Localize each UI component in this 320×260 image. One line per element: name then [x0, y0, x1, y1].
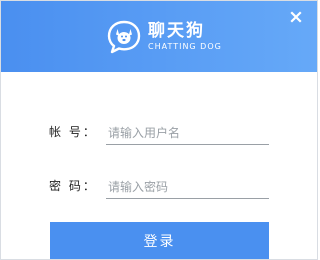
password-label: 密 码： [49, 179, 97, 193]
close-icon [290, 11, 302, 23]
close-button[interactable] [289, 10, 303, 24]
login-button[interactable]: 登录 [50, 222, 269, 259]
password-row: 密 码： [49, 175, 269, 199]
account-row: 帐 号： [49, 121, 269, 145]
app-name: 聊天狗 [148, 21, 205, 41]
header-banner: 聊天狗 CHATTING DOG [1, 1, 317, 72]
login-window: 聊天狗 CHATTING DOG 帐 号： 密 码： 登录 [0, 0, 318, 260]
logo-text: 聊天狗 CHATTING DOG [148, 21, 222, 53]
chat-bubble-dog-icon [107, 20, 141, 54]
app-subtitle: CHATTING DOG [148, 42, 222, 51]
app-logo: 聊天狗 CHATTING DOG [106, 15, 222, 59]
account-input[interactable] [106, 121, 269, 145]
account-label: 帐 号： [49, 125, 97, 139]
password-input[interactable] [106, 175, 269, 199]
